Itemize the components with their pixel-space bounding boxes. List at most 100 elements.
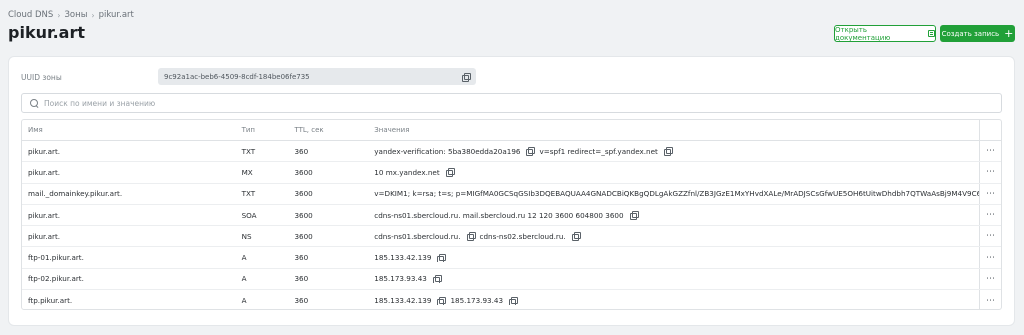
search-placeholder: Поиск по имени и значению bbox=[44, 98, 156, 108]
copy-icon[interactable] bbox=[663, 147, 673, 156]
column-header-ttl[interactable]: TTL, сек bbox=[294, 126, 374, 134]
record-ttl: 360 bbox=[294, 274, 309, 284]
copy-icon[interactable] bbox=[462, 73, 471, 82]
uuid-value: 9c92a1ac-beb6-4509-8cdf-184be06fe735 bbox=[164, 72, 310, 81]
record-type: A bbox=[241, 296, 247, 306]
record-value-text: 185.133.42.139 bbox=[374, 253, 432, 263]
column-header-type[interactable]: Тип bbox=[239, 126, 295, 134]
record-value-text: v=spf1 redirect=_spf.yandex.net bbox=[539, 146, 658, 156]
more-icon[interactable]: ⋯ bbox=[979, 183, 1001, 204]
record-value: 185.133.42.139 bbox=[374, 253, 447, 263]
breadcrumb-item-cloud-dns[interactable]: Cloud DNS bbox=[8, 10, 53, 20]
column-header-values: Значения bbox=[374, 126, 410, 134]
copy-icon[interactable] bbox=[432, 274, 442, 284]
more-icon[interactable]: ⋯ bbox=[979, 226, 1001, 247]
record-type: TXT bbox=[241, 189, 256, 199]
zone-card: UUID зоны 9c92a1ac-beb6-4509-8cdf-184be0… bbox=[8, 56, 1015, 326]
create-record-label: Создать запись bbox=[941, 29, 1000, 38]
record-ttl: 360 bbox=[294, 296, 309, 306]
table-row[interactable]: mail._domainkey.pikur.art. TXT 3600 v=DKIM1… bbox=[22, 183, 1001, 205]
more-icon[interactable]: ⋯ bbox=[979, 290, 1001, 309]
record-type: MX bbox=[241, 167, 253, 177]
table-body: pikur.art. TXT 360 yandex-verification: 5ba… bbox=[22, 141, 1001, 309]
record-value-text: cdns-ns02.sbercloud.ru. bbox=[479, 231, 566, 241]
record-value: cdns-ns01.sbercloud.ru. mail.sbercloud.r… bbox=[374, 210, 639, 220]
record-value-text: cdns-ns01.sbercloud.ru. mail.sbercloud.r… bbox=[374, 210, 624, 220]
open-docs-label: Открыть документацию bbox=[835, 25, 891, 42]
copy-icon[interactable] bbox=[445, 168, 455, 177]
open-docs-button[interactable]: Открыть документацию bbox=[834, 25, 936, 42]
record-name: ftp-02.pikur.art. bbox=[28, 274, 84, 284]
record-value: cdns-ns02.sbercloud.ru. bbox=[479, 231, 581, 241]
record-values: yandex-verification: 5ba380edda20a196 v=s… bbox=[374, 147, 979, 156]
breadcrumb: Cloud DNS › Зоны › pikur.art bbox=[8, 10, 134, 20]
copy-icon[interactable] bbox=[437, 253, 447, 263]
search-icon bbox=[30, 99, 38, 107]
column-header-name[interactable]: Имя bbox=[22, 126, 239, 134]
copy-icon[interactable] bbox=[629, 211, 639, 220]
record-values: 10 mx.yandex.net bbox=[374, 168, 979, 177]
column-header-actions bbox=[979, 120, 1001, 140]
record-value: yandex-verification: 5ba380edda20a196 bbox=[374, 146, 536, 156]
record-value-text: yandex-verification: 5ba380edda20a196 bbox=[374, 146, 521, 156]
record-type: SOA bbox=[241, 210, 257, 220]
more-icon[interactable]: ⋯ bbox=[979, 204, 1001, 226]
record-ttl: 360 bbox=[294, 253, 309, 263]
more-icon[interactable]: ⋯ bbox=[979, 162, 1001, 183]
breadcrumb-separator-icon: › bbox=[57, 10, 61, 20]
copy-icon[interactable] bbox=[466, 232, 476, 241]
breadcrumb-item-zones[interactable]: Зоны bbox=[64, 10, 87, 20]
create-record-button[interactable]: Создать запись + bbox=[940, 25, 1015, 42]
record-ttl: 3600 bbox=[294, 189, 313, 199]
page-title: pikur.art bbox=[8, 23, 85, 42]
record-value-text: cdns-ns01.sbercloud.ru. bbox=[374, 231, 461, 241]
record-value: v=DKIM1; k=rsa; t=s; p=MIGfMA0GCSqGSIb3D… bbox=[374, 189, 979, 198]
table-row[interactable]: ftp-01.pikur.art. A 360 185.133.42.139 ⋯ bbox=[22, 247, 1001, 269]
record-value-text: 10 mx.yandex.net bbox=[374, 167, 440, 177]
record-name: pikur.art. bbox=[28, 167, 61, 177]
copy-icon[interactable] bbox=[437, 296, 447, 306]
more-icon[interactable]: ⋯ bbox=[979, 268, 1001, 290]
record-ttl: 360 bbox=[294, 146, 309, 156]
record-value: 185.173.93.43 bbox=[450, 296, 519, 306]
copy-icon[interactable] bbox=[571, 232, 581, 241]
table-row[interactable]: pikur.art. NS 3600 cdns-ns01.sbercloud.ru. c… bbox=[22, 226, 1001, 248]
record-value: 10 mx.yandex.net bbox=[374, 167, 455, 177]
uuid-label: UUID зоны bbox=[21, 73, 62, 82]
table-row[interactable]: ftp-02.pikur.art. A 360 185.173.93.43 ⋯ bbox=[22, 268, 1001, 291]
record-type: A bbox=[241, 253, 247, 263]
more-icon[interactable]: ⋯ bbox=[979, 247, 1001, 268]
table-row[interactable]: pikur.art. SOA 3600 cdns-ns01.sbercloud.ru.… bbox=[22, 204, 1001, 227]
record-value: cdns-ns01.sbercloud.ru. bbox=[374, 231, 476, 241]
uuid-field: 9c92a1ac-beb6-4509-8cdf-184be06fe735 bbox=[158, 68, 476, 85]
record-name: pikur.art. bbox=[28, 146, 61, 156]
copy-icon[interactable] bbox=[509, 296, 519, 306]
record-values: v=DKIM1; k=rsa; t=s; p=MIGfMA0GCSqGSIb3D… bbox=[374, 189, 979, 198]
record-type: TXT bbox=[241, 146, 256, 156]
breadcrumb-item-current: pikur.art bbox=[98, 10, 134, 20]
record-ttl: 3600 bbox=[294, 210, 313, 220]
record-values: 185.133.42.139 185.173.93.43 bbox=[374, 296, 979, 306]
table-row[interactable]: pikur.art. MX 3600 10 mx.yandex.net ⋯ bbox=[22, 162, 1001, 184]
record-name: mail._domainkey.pikur.art. bbox=[28, 189, 123, 199]
record-ttl: 3600 bbox=[294, 231, 313, 241]
record-values: cdns-ns01.sbercloud.ru. cdns-ns02.sberclo… bbox=[374, 232, 979, 241]
record-type: A bbox=[241, 274, 247, 284]
document-icon bbox=[928, 30, 935, 37]
records-table: Имя Тип TTL, сек Значения pikur.art. TXT 3… bbox=[21, 119, 1002, 310]
record-values: cdns-ns01.sbercloud.ru. mail.sbercloud.r… bbox=[374, 211, 979, 220]
record-value: 185.133.42.139 bbox=[374, 296, 447, 306]
table-row[interactable]: ftp.pikur.art. A 360 185.133.42.139 185.173.… bbox=[22, 290, 1001, 309]
more-icon[interactable]: ⋯ bbox=[979, 141, 1001, 162]
record-type: NS bbox=[241, 231, 252, 241]
table-header: Имя Тип TTL, сек Значения bbox=[22, 120, 1001, 141]
record-name: pikur.art. bbox=[28, 231, 61, 241]
copy-icon[interactable] bbox=[526, 147, 536, 156]
search-input[interactable]: Поиск по имени и значению bbox=[21, 93, 1002, 113]
record-values: 185.133.42.139 bbox=[374, 253, 979, 263]
record-ttl: 3600 bbox=[294, 167, 313, 177]
record-value-text: 185.173.93.43 bbox=[450, 296, 504, 306]
record-values: 185.173.93.43 bbox=[374, 274, 979, 284]
table-row[interactable]: pikur.art. TXT 360 yandex-verification: 5ba… bbox=[22, 141, 1001, 163]
record-name: pikur.art. bbox=[28, 210, 61, 220]
